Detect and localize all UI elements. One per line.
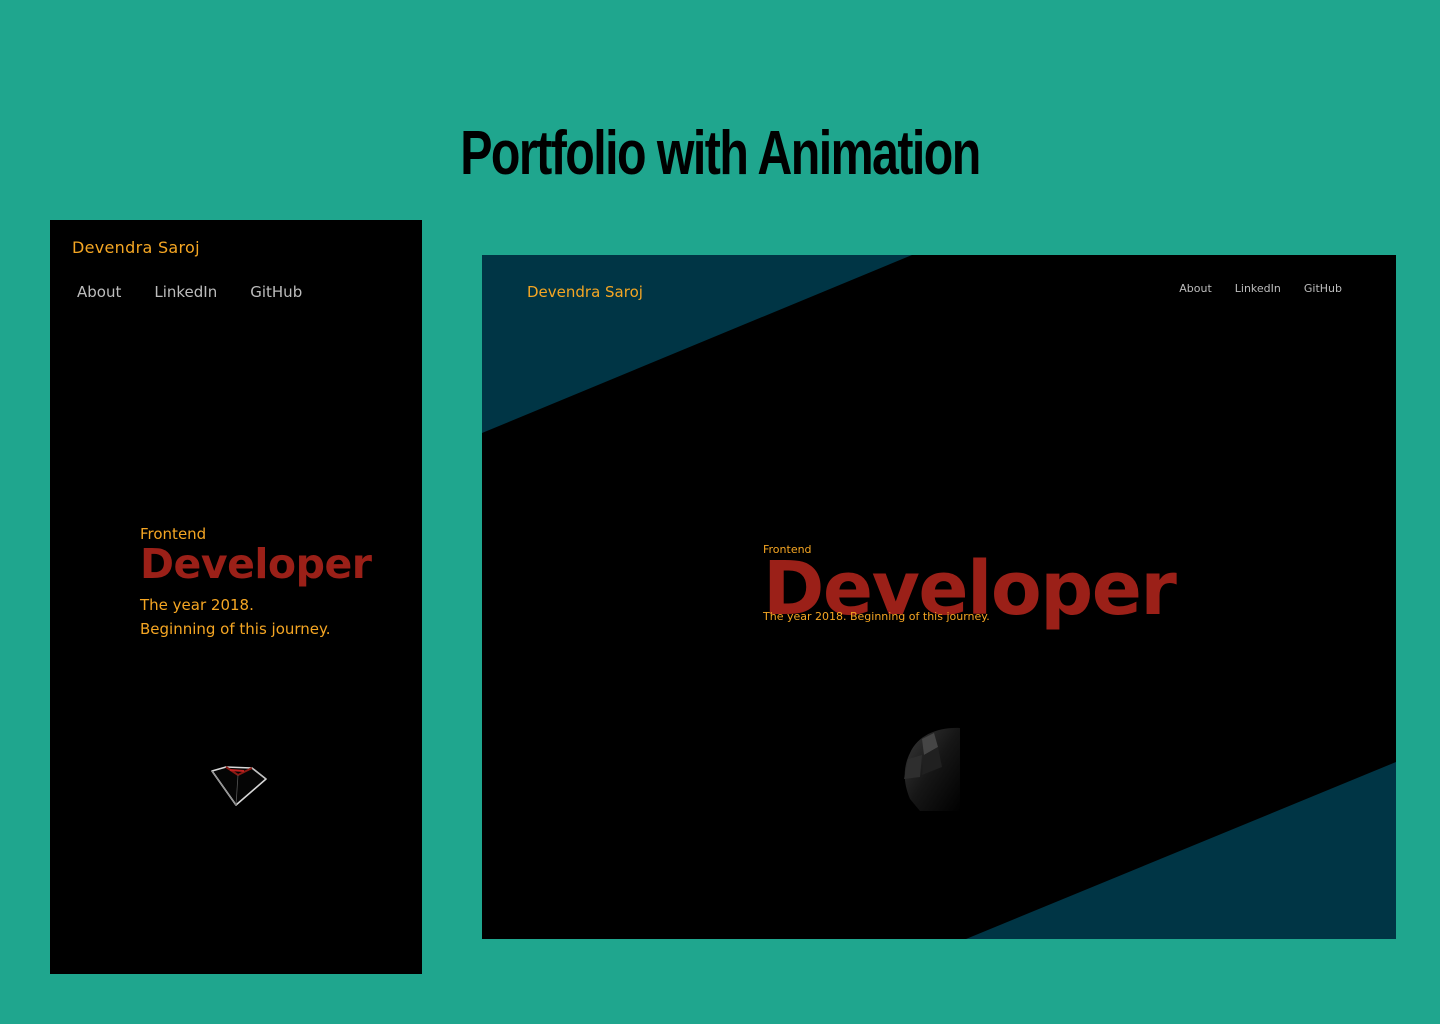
nav-about-link[interactable]: About [77,283,121,301]
brand-logo[interactable]: Devendra Saroj [72,238,200,257]
gem-icon [211,766,267,806]
mobile-preview: Devendra Saroj About LinkedIn GitHub Fro… [50,220,422,974]
nav-bar: About LinkedIn GitHub [1179,282,1342,295]
hero-headline: Developer [140,540,372,588]
brand-logo[interactable]: Devendra Saroj [527,283,643,301]
nav-about-link[interactable]: About [1179,282,1212,295]
nav-github-link[interactable]: GitHub [250,283,302,301]
hero-tagline-line1: The year 2018. [140,596,254,614]
page-title: Portfolio with Animation [460,119,981,188]
desktop-preview: Devendra Saroj About LinkedIn GitHub Fro… [482,255,1396,939]
nav-bar: About LinkedIn GitHub [77,283,302,301]
hero: Frontend Developer The year 2018. Beginn… [763,543,1177,626]
hero: Frontend Developer The year 2018. Beginn… [140,525,372,641]
nav-linkedin-link[interactable]: LinkedIn [154,283,217,301]
orb-icon [904,727,960,811]
hero-tagline-line2: Beginning of this journey. [140,620,331,638]
nav-linkedin-link[interactable]: LinkedIn [1235,282,1281,295]
nav-github-link[interactable]: GitHub [1304,282,1342,295]
